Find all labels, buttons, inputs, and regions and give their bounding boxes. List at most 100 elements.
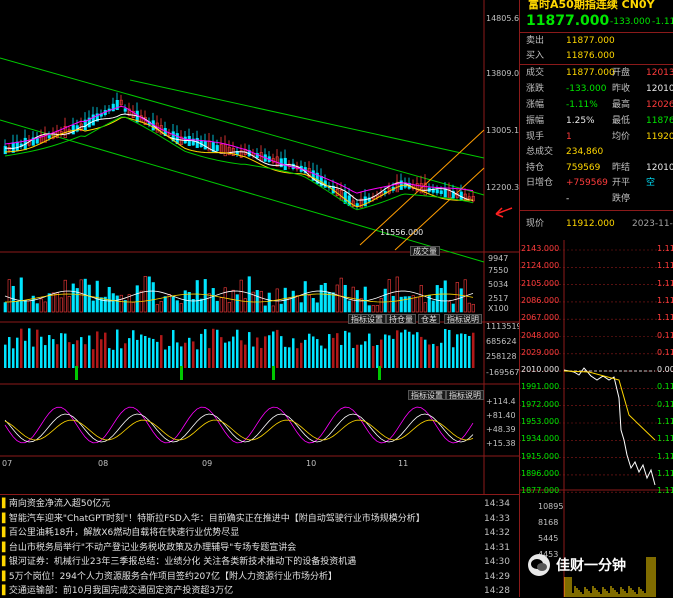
holding-button[interactable]: 持仓量: [386, 314, 416, 324]
volume-bar: [307, 294, 311, 313]
ind2-tick-1: 1113519: [486, 322, 522, 331]
holding-bar: [288, 347, 291, 368]
candle-body: [123, 108, 127, 112]
holding-bar: [440, 342, 443, 368]
indicator-settings-button-2[interactable]: 指标设置: [408, 390, 446, 400]
volume-bar: [23, 300, 27, 313]
news-item[interactable]: ▌智能汽车迎来"ChatGPT时刻"！特斯拉FSD入华：目前确实正在推进中【附自…: [2, 512, 517, 526]
holding-bar: [20, 328, 23, 368]
volume-bar: [383, 288, 387, 313]
volume-bar: [303, 281, 307, 313]
intraday-pct-tick: 0.11: [657, 399, 673, 409]
volume-bar: [211, 288, 215, 313]
candle-body: [435, 189, 439, 194]
holding-bar: [340, 344, 343, 368]
ind3-tick-2: +81.40: [486, 411, 516, 420]
news-bullet: ▌: [2, 513, 9, 524]
quote-grid-row-3: 振幅 1.25% 最低 11876.0: [526, 113, 673, 129]
candle-body: [283, 157, 287, 171]
volume-bar: [47, 293, 51, 313]
volume-bar: [255, 290, 259, 313]
quote-row-label: 卖出: [526, 36, 545, 46]
volume-bar: [27, 300, 31, 313]
indicator-settings-button[interactable]: 指标设置: [348, 314, 386, 324]
grid-value-2: 12013.0: [646, 68, 673, 78]
indicator-help-button-2[interactable]: 指标说明: [446, 390, 484, 400]
volume-bar: [439, 288, 443, 313]
volume-bar: [95, 280, 99, 313]
holding-bar: [388, 335, 391, 368]
ind3-tick-1: +114.4: [486, 397, 516, 406]
news-item[interactable]: ▌5万个岗位！294个人力资源服务合作项目签约207亿【附人力资源行业市场分析】…: [2, 570, 517, 584]
ind3-tick-3: +48.39: [486, 425, 516, 434]
grid-value-2: 12010.0: [646, 163, 673, 173]
volume-tick-1: 9947: [488, 254, 509, 263]
holding-bar: [44, 345, 47, 368]
holding-bar: [256, 337, 259, 368]
grid-value-2: 11920.5: [646, 132, 673, 142]
quote-row-value: 11876.000: [566, 51, 615, 61]
volume-bar: [279, 303, 283, 313]
month-label-08: 08: [98, 459, 109, 468]
grid-label: 总成交: [526, 147, 554, 157]
holding-bar: [112, 349, 115, 368]
holding-bar: [96, 331, 99, 368]
intraday-price-tick: 2105.000: [521, 278, 560, 288]
grid-label-2: 开盘: [612, 68, 631, 78]
volume-bar: [231, 289, 235, 313]
volume-bar: [379, 298, 383, 313]
holding-bar: [144, 336, 147, 368]
volume-bar: [79, 279, 83, 313]
volume-bar: [179, 303, 183, 313]
holding-bar: [204, 329, 207, 368]
quote-row-1: 买入 11876.000: [526, 48, 615, 64]
holding-bar: [52, 339, 55, 368]
intraday-pct-tick: 1.11: [657, 468, 673, 478]
volume-bar: [287, 298, 291, 313]
quote-grid-row-0: 成交 11877.000开盘 12013.0: [526, 65, 673, 81]
volume-dropdown[interactable]: 成交量: [410, 246, 440, 256]
news-time: 14:32: [484, 528, 510, 538]
ind2-tick-3: 258128: [486, 352, 517, 361]
holding-bar: [16, 337, 19, 368]
holding-bar: [116, 329, 119, 368]
news-item[interactable]: ▌南向资金净流入超50亿元 14:34: [2, 497, 517, 511]
intraday-price-tick: 1877.000: [521, 486, 560, 496]
news-item[interactable]: ▌交通运输部：前10月我国完成交通固定资产投资超3万亿 14:28: [2, 584, 517, 598]
grid-value: +759569: [566, 178, 608, 188]
quote-grid-row-5: 总成交 234,860: [526, 144, 603, 160]
holding-bar: [240, 340, 243, 368]
volume-bar: [67, 295, 71, 313]
holding-bar: [344, 330, 347, 368]
holding-bar: [356, 344, 359, 368]
grid-value: 234,860: [566, 147, 604, 157]
volume-bar: [203, 279, 207, 313]
indicator-help-button[interactable]: 指标说明: [444, 314, 482, 324]
holding-bar: [4, 344, 7, 368]
volume-bar: [51, 292, 55, 313]
intraday-price-tick: 2086.000: [521, 295, 560, 305]
candle-body: [443, 188, 447, 198]
holding-bar: [348, 332, 351, 368]
holding-bar: [232, 336, 235, 368]
news-time: 14:31: [484, 542, 510, 553]
holding-bar: [72, 344, 75, 368]
volume-bar: [387, 279, 391, 313]
volume-bar: [267, 292, 271, 313]
news-item[interactable]: ▌银河证券：机械行业23年三季报总结：业绩分化 关注各类新技术推动下的设备投资机…: [2, 555, 517, 569]
main-kline-chart[interactable]: [0, 0, 519, 494]
month-label-07: 07: [2, 459, 13, 468]
holding-bar: [332, 337, 335, 368]
volume-bar: [363, 286, 367, 313]
volume-bar: [375, 305, 379, 313]
volume-bar: [247, 276, 251, 313]
news-item[interactable]: ▌台山市税务局举行"不动产登记业务税收政策及办理辅导"专场专题宣讲会 14:31: [2, 541, 517, 555]
news-item[interactable]: ▌百公里油耗18升，解放X6燃动自载将在快速行业优势尽显 14:32: [2, 526, 517, 540]
holding-bar: [208, 348, 211, 368]
position-diff-button[interactable]: 仓差: [418, 314, 440, 324]
volume-bar: [163, 296, 167, 313]
intraday-volume-tick: 5445: [538, 534, 559, 543]
volume-bar: [459, 288, 463, 313]
volume-bar: [343, 284, 347, 313]
grid-label: 振幅: [526, 116, 545, 126]
